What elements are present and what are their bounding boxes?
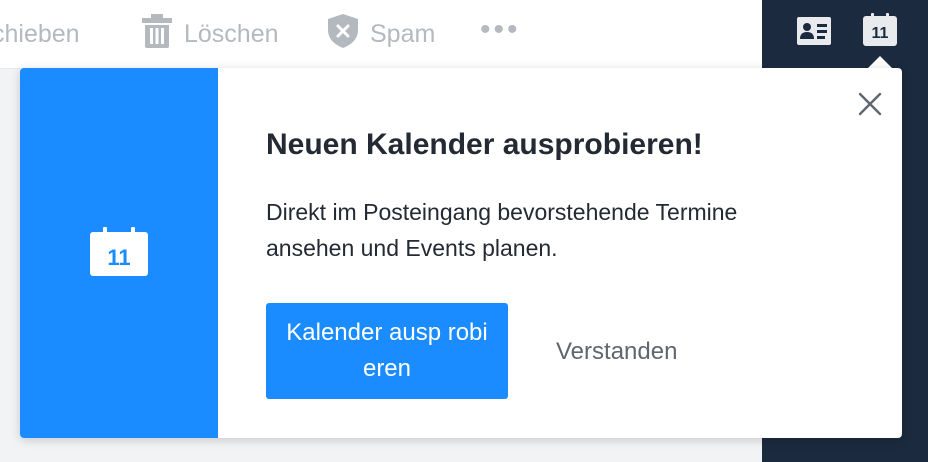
spam-label: Spam <box>370 19 436 48</box>
try-calendar-button[interactable]: Kalender ausp robieren <box>266 303 508 399</box>
move-label: chieben <box>0 19 80 48</box>
more-button[interactable]: ••• <box>480 0 521 64</box>
calendar-ring-right <box>131 227 135 238</box>
popover-description: Direkt im Posteingang bevorstehende Term… <box>266 199 738 261</box>
calendar-promo-popover: 11 Neuen Kalender ausprobieren! Direkt i… <box>20 68 902 438</box>
calendar-icon[interactable]: 11 <box>862 13 898 48</box>
calendar-day: 11 <box>871 25 889 42</box>
more-icon: ••• <box>480 13 521 46</box>
delete-button[interactable]: Löschen <box>142 0 279 68</box>
popover-calendar-day: 11 <box>107 245 131 270</box>
calendar-icon: 11 <box>90 227 148 276</box>
contacts-card-icon[interactable] <box>796 14 832 48</box>
popover-accent-band: 11 <box>20 68 218 438</box>
calendar-ring-left <box>103 227 107 238</box>
dismiss-button[interactable]: Verstanden <box>542 332 691 372</box>
spam-button[interactable]: Spam <box>328 0 435 68</box>
mail-toolbar: chieben Löschen Spam ••• <box>0 0 762 69</box>
close-icon[interactable] <box>856 90 884 118</box>
popover-title: Neuen Kalender ausprobieren! <box>266 128 703 161</box>
shield-x-icon <box>328 13 358 55</box>
move-button[interactable]: chieben <box>0 0 80 68</box>
trash-icon <box>142 13 172 55</box>
delete-label: Löschen <box>184 19 279 48</box>
calendar-icon-box: 11 <box>863 13 897 46</box>
